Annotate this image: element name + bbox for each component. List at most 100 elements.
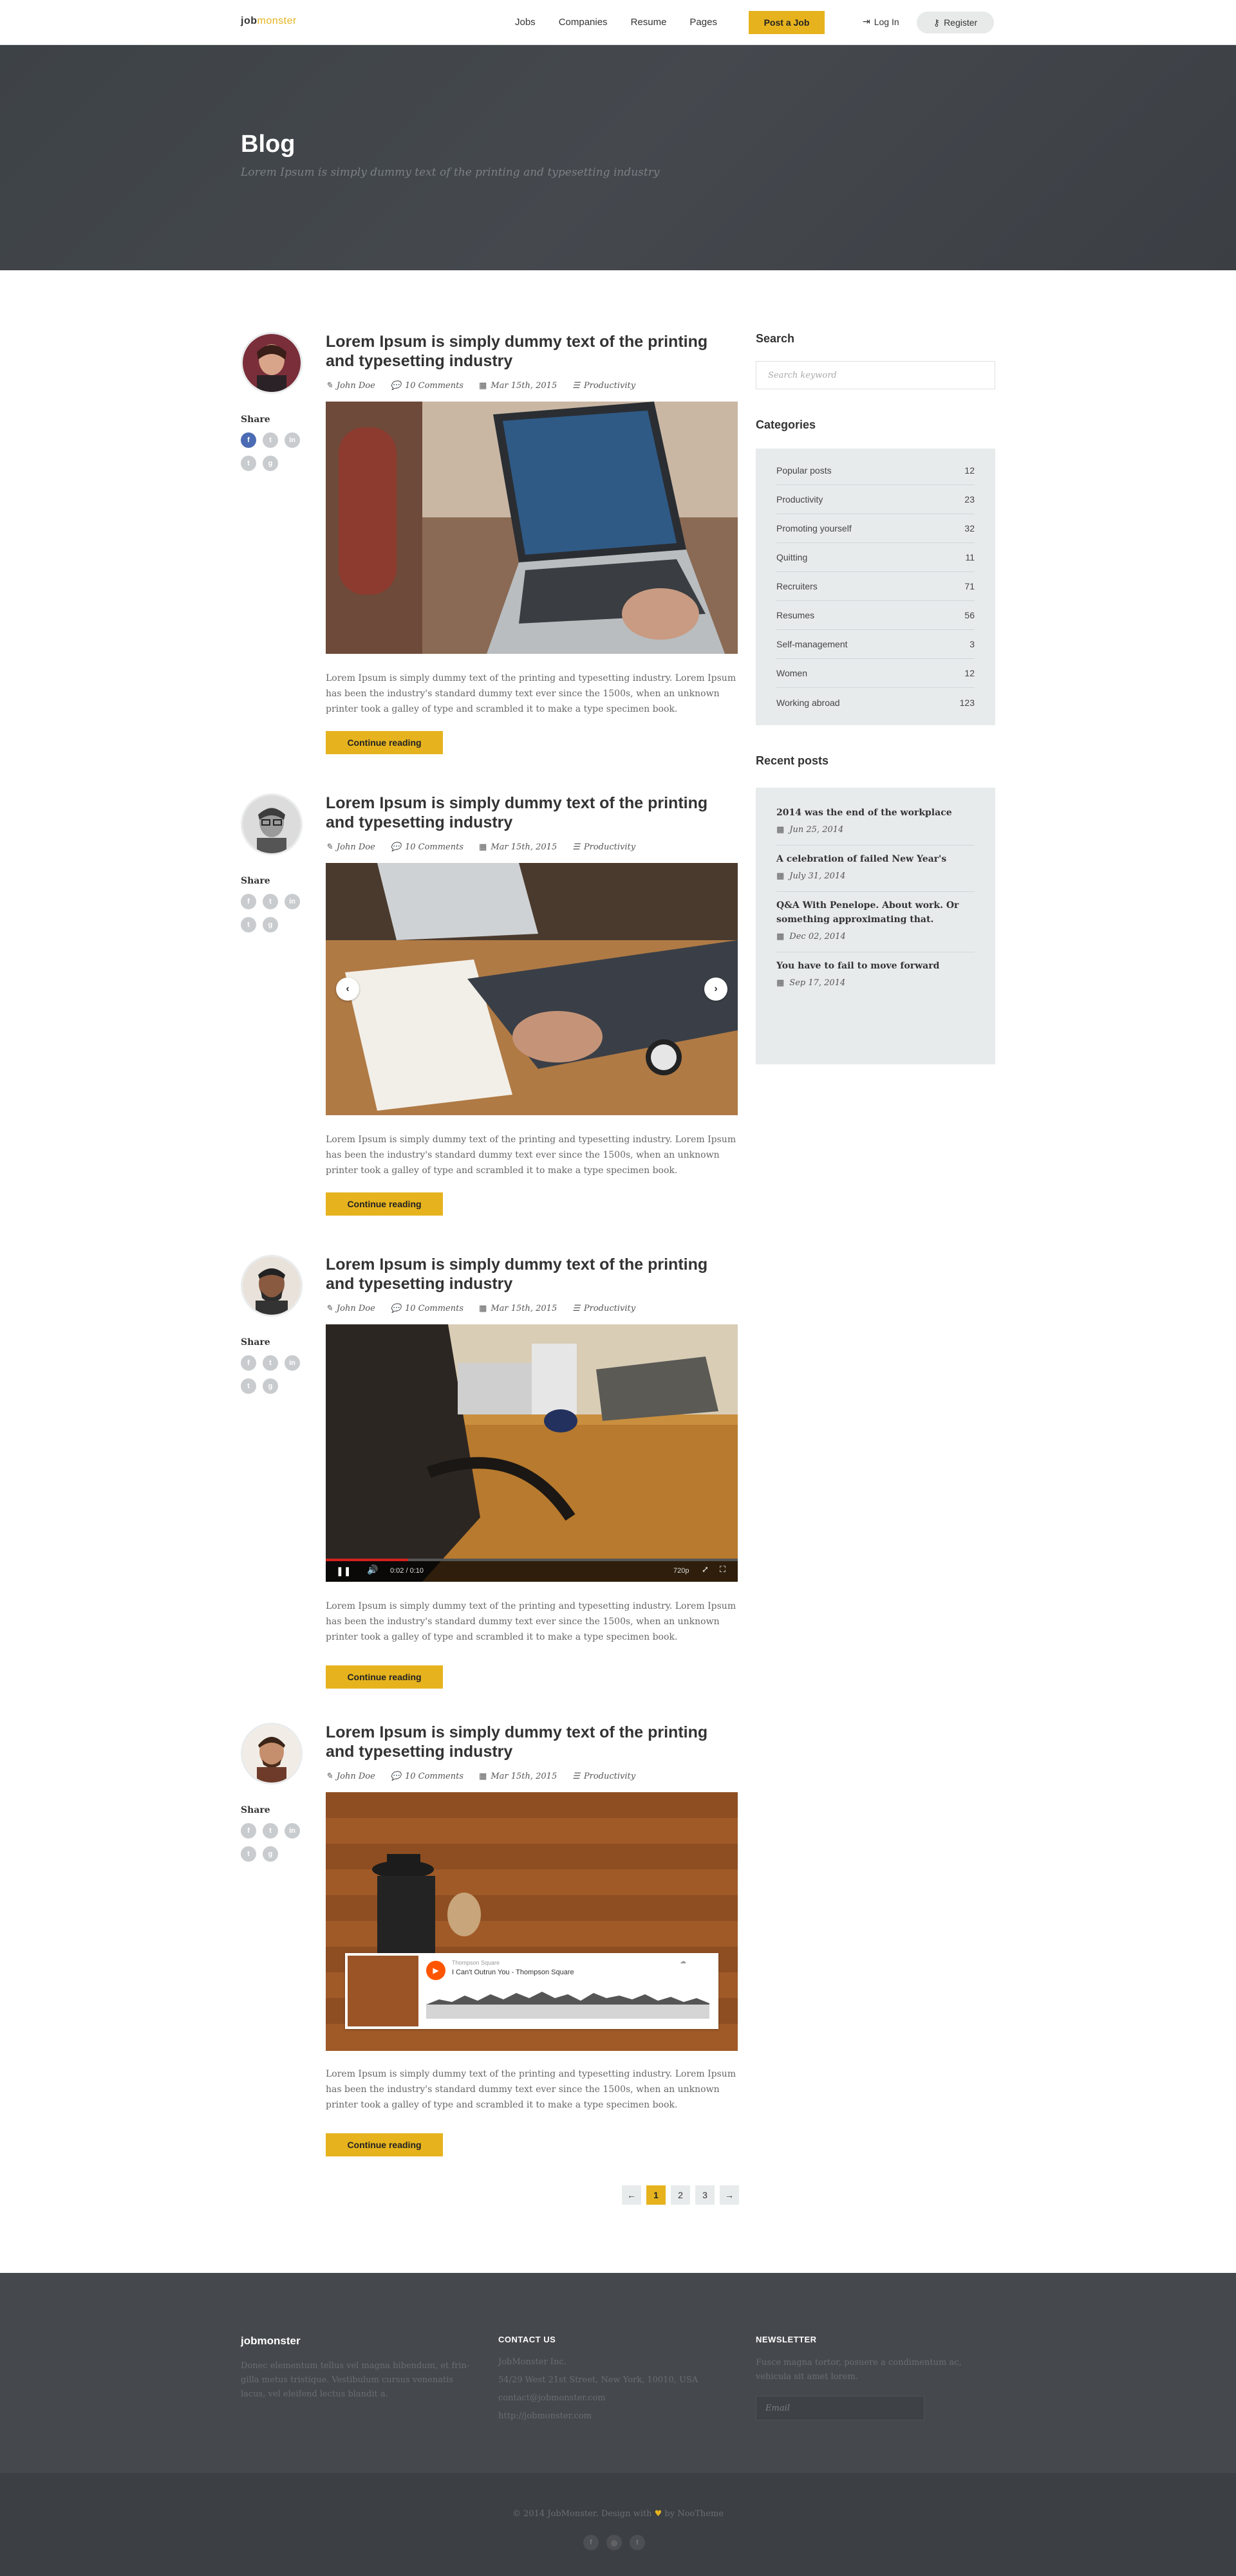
facebook-icon[interactable]: f <box>241 1355 256 1371</box>
post-title[interactable]: Lorem Ipsum is simply dummy text of the … <box>326 793 738 832</box>
post-image[interactable] <box>326 402 738 654</box>
footer-logo[interactable]: jobmonster <box>241 2335 479 2348</box>
pagination-page-2[interactable]: 2 <box>671 2185 690 2205</box>
tumblr-icon[interactable]: t <box>241 917 256 932</box>
heart-icon: ♥ <box>654 2509 662 2519</box>
category-meta[interactable]: ☰ Productivity <box>572 1772 635 1781</box>
video-progress-track[interactable] <box>326 1559 738 1561</box>
recent-post-item[interactable]: 2014 was the end of the workplace ▦ Jun 2… <box>776 799 975 846</box>
googleplus-icon[interactable]: g <box>263 456 278 471</box>
facebook-icon[interactable]: f <box>241 432 256 448</box>
post-title[interactable]: Lorem Ipsum is simply dummy text of the … <box>326 332 738 371</box>
continue-reading-button[interactable]: Continue reading <box>326 2133 443 2156</box>
post-gallery[interactable]: ‹ › <box>326 863 738 1115</box>
post-job-button[interactable]: Post a Job <box>749 11 825 34</box>
popout-icon[interactable]: ⤢ <box>702 1565 709 1575</box>
list-icon: ☰ <box>572 842 580 852</box>
category-item[interactable]: Quitting 11 <box>776 543 975 572</box>
twitter-icon[interactable]: t <box>630 2535 645 2550</box>
categories-list: Popular posts 12 Productivity 23 Promoting… <box>756 449 995 725</box>
category-item[interactable]: Resumes 56 <box>776 601 975 630</box>
post-video[interactable]: ❚❚ 🔊 0:02 / 0:10 720p ⤢ ⛶ <box>326 1324 738 1582</box>
comments-meta[interactable]: 💬 10 Comments <box>391 381 464 391</box>
pagination-prev[interactable]: ← <box>622 2185 641 2205</box>
tumblr-icon[interactable]: t <box>241 1846 256 1862</box>
category-item[interactable]: Promoting yourself 32 <box>776 514 975 543</box>
twitter-icon[interactable]: t <box>263 1823 278 1839</box>
recent-post-item[interactable]: You have to fail to move forward ▦ Sep 17… <box>776 952 975 998</box>
category-meta[interactable]: ☰ Productivity <box>572 842 635 852</box>
twitter-icon[interactable]: t <box>263 432 278 448</box>
author-meta[interactable]: ✎ John Doe <box>326 1772 375 1781</box>
continue-reading-button[interactable]: Continue reading <box>326 1192 443 1216</box>
category-item[interactable]: Self-management 3 <box>776 630 975 659</box>
linkedin-icon[interactable]: in <box>285 894 300 909</box>
dribbble-icon[interactable]: ◎ <box>606 2535 622 2550</box>
login-link[interactable]: ⇥ Log In <box>863 16 899 27</box>
linkedin-icon[interactable]: in <box>285 432 300 448</box>
pause-icon[interactable]: ❚❚ <box>336 1566 351 1577</box>
post-title[interactable]: Lorem Ipsum is simply dummy text of the … <box>326 1723 738 1761</box>
avatar <box>241 1723 303 1784</box>
category-item[interactable]: Productivity 23 <box>776 485 975 514</box>
post-audio[interactable]: ▶ Thompson Square I Can't Outrun You - T… <box>326 1792 738 2051</box>
nav-pages[interactable]: Pages <box>689 13 717 32</box>
facebook-icon[interactable]: f <box>583 2535 599 2550</box>
tumblr-icon[interactable]: t <box>241 1378 256 1394</box>
video-quality[interactable]: 720p <box>673 1567 689 1575</box>
pagination-page-1[interactable]: 1 <box>646 2185 666 2205</box>
author-meta[interactable]: ✎ John Doe <box>326 842 375 852</box>
play-icon[interactable]: ▶ <box>426 1961 445 1980</box>
continue-reading-button[interactable]: Continue reading <box>326 1665 443 1689</box>
pagination-next[interactable]: → <box>720 2185 739 2205</box>
googleplus-icon[interactable]: g <box>263 917 278 932</box>
nav-jobs[interactable]: Jobs <box>515 13 536 32</box>
linkedin-icon[interactable]: in <box>285 1355 300 1371</box>
googleplus-icon[interactable]: g <box>263 1378 278 1394</box>
pagination-page-3[interactable]: 3 <box>695 2185 715 2205</box>
carousel-next-button[interactable]: › <box>704 978 727 1001</box>
soundcloud-player[interactable]: ▶ Thompson Square I Can't Outrun You - T… <box>345 1953 718 2029</box>
category-item[interactable]: Women 12 <box>776 659 975 688</box>
calendar-icon: ▦ <box>776 871 785 881</box>
twitter-icon[interactable]: t <box>263 1355 278 1371</box>
fullscreen-icon[interactable]: ⛶ <box>720 1565 726 1575</box>
carousel-prev-button[interactable]: ‹ <box>336 978 359 1001</box>
category-meta[interactable]: ☰ Productivity <box>572 1304 635 1313</box>
contact-website[interactable]: http://jobmonster.com <box>498 2407 698 2425</box>
category-meta[interactable]: ☰ Productivity <box>572 381 635 391</box>
date-meta: ▦ Mar 15th, 2015 <box>479 1772 557 1781</box>
comments-meta[interactable]: 💬 10 Comments <box>391 1772 464 1781</box>
googleplus-icon[interactable]: g <box>263 1846 278 1862</box>
newsletter-email-input[interactable]: Email <box>756 2396 924 2420</box>
post-title[interactable]: Lorem Ipsum is simply dummy text of the … <box>326 1255 738 1293</box>
post-meta: ✎ John Doe 💬 10 Comments ▦ Mar 15th, 2015 ☰… <box>326 381 635 391</box>
avatar <box>241 1255 303 1317</box>
facebook-icon[interactable]: f <box>241 894 256 909</box>
share-label: Share <box>241 414 270 425</box>
player-artwork <box>348 1956 418 2026</box>
author-meta[interactable]: ✎ John Doe <box>326 381 375 391</box>
recent-post-item[interactable]: Q&A With Penelope. About work. Or someth… <box>776 892 975 952</box>
site-logo[interactable]: jobmonster <box>241 15 297 27</box>
post-excerpt: Lorem Ipsum is simply dummy text of the … <box>326 1135 736 1176</box>
comments-meta[interactable]: 💬 10 Comments <box>391 1304 464 1313</box>
contact-email[interactable]: contact@jobmonster.com <box>498 2389 698 2407</box>
date-meta: ▦ Mar 15th, 2015 <box>479 381 557 391</box>
facebook-icon[interactable]: f <box>241 1823 256 1839</box>
tumblr-icon[interactable]: t <box>241 456 256 471</box>
volume-icon[interactable]: 🔊 <box>367 1565 378 1575</box>
category-item[interactable]: Recruiters 71 <box>776 572 975 601</box>
register-button[interactable]: ⚷ Register <box>917 12 994 33</box>
linkedin-icon[interactable]: in <box>285 1823 300 1839</box>
author-meta[interactable]: ✎ John Doe <box>326 1304 375 1313</box>
category-item[interactable]: Working abroad 123 <box>776 688 975 717</box>
continue-reading-button[interactable]: Continue reading <box>326 731 443 754</box>
nav-companies[interactable]: Companies <box>559 13 608 32</box>
search-input[interactable]: Search keyword <box>756 361 995 389</box>
twitter-icon[interactable]: t <box>263 894 278 909</box>
comments-meta[interactable]: 💬 10 Comments <box>391 842 464 852</box>
nav-resume[interactable]: Resume <box>631 13 667 32</box>
recent-post-item[interactable]: A celebration of failed New Year's ▦ July… <box>776 846 975 892</box>
category-item[interactable]: Popular posts 12 <box>776 456 975 485</box>
